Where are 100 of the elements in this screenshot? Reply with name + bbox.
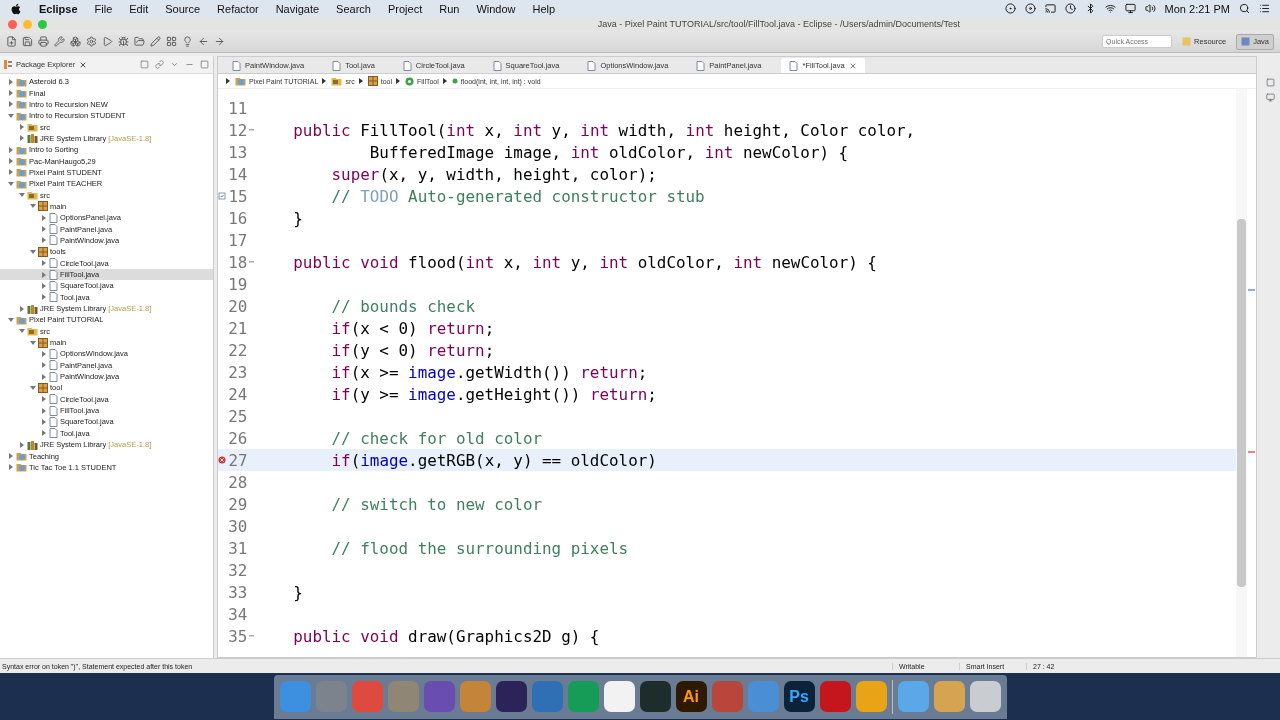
console-icon[interactable]: [1265, 93, 1275, 102]
collapsed-arrow-icon[interactable]: [8, 101, 14, 108]
collapsed-arrow-icon[interactable]: [19, 135, 25, 142]
collapsed-arrow-icon[interactable]: [8, 78, 14, 85]
chevron-icon[interactable]: [358, 78, 364, 84]
menu-item[interactable]: File: [94, 2, 113, 15]
java-file-icon: [49, 292, 58, 303]
app-icon[interactable]: [639, 681, 671, 712]
package-icon: [367, 76, 378, 86]
app-icon[interactable]: [603, 681, 635, 712]
close-icon[interactable]: [848, 61, 857, 70]
menu-item[interactable]: Help: [532, 2, 556, 15]
fold-icon[interactable]: [248, 260, 254, 264]
java-file-icon: [587, 60, 597, 71]
java-file-icon: [49, 405, 58, 416]
app-menu[interactable]: Eclipse: [39, 2, 78, 15]
expanded-arrow-icon[interactable]: [30, 203, 36, 210]
menu-item[interactable]: Navigate: [275, 2, 320, 15]
expanded-arrow-icon[interactable]: [30, 339, 36, 346]
collapsed-arrow-icon[interactable]: [8, 158, 14, 165]
disc-icon[interactable]: [1024, 3, 1036, 14]
app-icon[interactable]: Ai: [675, 681, 707, 712]
close-button[interactable]: [8, 19, 17, 29]
volume-icon[interactable]: [1144, 3, 1156, 14]
chevron-icon[interactable]: [396, 78, 402, 84]
screen-cast-icon[interactable]: [1044, 3, 1056, 14]
search-icon[interactable]: [1239, 3, 1250, 14]
collapsed-arrow-icon[interactable]: [41, 373, 47, 380]
close-icon[interactable]: [79, 60, 88, 69]
menu-item[interactable]: Run: [439, 2, 460, 15]
wifi-icon[interactable]: [1104, 3, 1116, 14]
java-file-icon: [49, 280, 58, 291]
menu-item[interactable]: Refactor: [217, 2, 259, 15]
folder-icon[interactable]: [134, 36, 145, 47]
grid-icon[interactable]: [166, 36, 177, 47]
link-icon[interactable]: [155, 60, 164, 69]
collapsed-arrow-icon[interactable]: [41, 396, 47, 403]
collapsed-arrow-icon[interactable]: [8, 90, 14, 96]
collapsed-arrow-icon[interactable]: [41, 350, 47, 357]
collapsed-arrow-icon[interactable]: [19, 305, 25, 312]
collapsed-arrow-icon[interactable]: [41, 362, 47, 369]
monitor-icon[interactable]: [1124, 3, 1136, 14]
collapsed-arrow-icon[interactable]: [41, 260, 47, 267]
pencil-icon[interactable]: [150, 36, 161, 47]
expanded-arrow-icon[interactable]: [19, 192, 25, 199]
collapsed-arrow-icon[interactable]: [8, 464, 14, 471]
collapsed-arrow-icon[interactable]: [41, 282, 47, 289]
collapsed-arrow-icon[interactable]: [41, 226, 47, 233]
menu-item[interactable]: Project: [387, 2, 423, 15]
collapsed-arrow-icon[interactable]: [8, 453, 14, 459]
line-number: 34: [227, 604, 248, 624]
collapsed-arrow-icon[interactable]: [41, 419, 47, 425]
collapsed-arrow-icon[interactable]: [41, 407, 47, 414]
printer-icon[interactable]: [38, 36, 49, 47]
clock[interactable]: Mon 2:21 PM: [1164, 2, 1230, 15]
view-menu-icon[interactable]: [170, 60, 179, 69]
bug-icon[interactable]: [118, 36, 129, 47]
menu-item[interactable]: Source: [165, 2, 201, 15]
list-icon[interactable]: [1259, 3, 1270, 14]
apple-icon[interactable]: [10, 2, 22, 15]
collapsed-arrow-icon[interactable]: [41, 237, 47, 244]
expanded-arrow-icon[interactable]: [8, 316, 14, 323]
expanded-arrow-icon[interactable]: [8, 112, 14, 119]
collapsed-arrow-icon[interactable]: [19, 124, 25, 131]
collapsed-arrow-icon[interactable]: [41, 430, 47, 437]
wrench-icon[interactable]: [54, 36, 65, 47]
collapsed-arrow-icon[interactable]: [19, 441, 25, 448]
app-icon[interactable]: Ps: [783, 681, 815, 712]
collapsed-arrow-icon[interactable]: [8, 146, 14, 153]
menu-item[interactable]: Edit: [129, 2, 149, 15]
expanded-arrow-icon[interactable]: [30, 248, 36, 255]
play-icon[interactable]: [102, 36, 113, 47]
menu-item[interactable]: Search: [336, 2, 371, 15]
expanded-arrow-icon[interactable]: [8, 180, 14, 187]
chevron-icon[interactable]: [442, 78, 448, 84]
forward-arrow-icon[interactable]: [214, 36, 225, 47]
new-file-icon[interactable]: [6, 36, 17, 47]
chevron-icon[interactable]: [226, 78, 231, 84]
lightbulb-icon[interactable]: [182, 36, 193, 47]
scrollbar[interactable]: [1236, 89, 1247, 657]
expanded-arrow-icon[interactable]: [19, 328, 25, 335]
save-icon[interactable]: [22, 36, 33, 47]
app-icon[interactable]: [969, 681, 1001, 712]
collapsed-arrow-icon[interactable]: [41, 294, 47, 301]
record-icon[interactable]: [1004, 3, 1016, 14]
back-arrow-icon[interactable]: [198, 36, 209, 47]
app-icon[interactable]: [495, 681, 527, 712]
menu-item[interactable]: Window: [476, 2, 516, 15]
boxes-icon[interactable]: [70, 36, 81, 47]
fold-icon[interactable]: [248, 128, 254, 132]
collapsed-arrow-icon[interactable]: [41, 214, 47, 221]
clock-icon[interactable]: [1064, 3, 1076, 14]
gear-icon[interactable]: [86, 36, 97, 47]
collapsed-arrow-icon[interactable]: [41, 271, 47, 278]
line-number: 29: [227, 494, 248, 514]
collapsed-arrow-icon[interactable]: [8, 169, 14, 176]
java-file-icon: [49, 235, 58, 246]
chevron-icon[interactable]: [322, 78, 328, 84]
fold-icon[interactable]: [248, 634, 254, 638]
expanded-arrow-icon[interactable]: [30, 384, 36, 391]
